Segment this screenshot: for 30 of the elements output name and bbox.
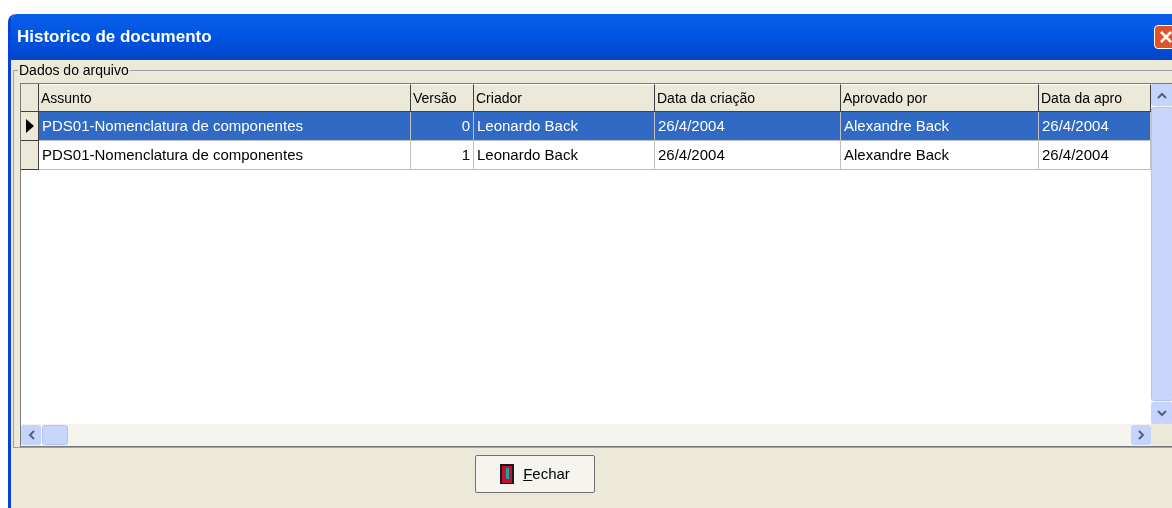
column-header[interactable]: Aprovado por: [841, 84, 1039, 112]
window-title: Historico de documento: [17, 26, 213, 49]
scroll-right-button[interactable]: [1131, 425, 1151, 445]
scroll-down-button[interactable]: [1151, 402, 1172, 424]
current-row-arrow-icon: [25, 119, 34, 133]
table-cell: Leonardo Back: [474, 141, 655, 170]
table-cell: 26/4/2004: [655, 141, 841, 170]
row-indicator: [21, 141, 39, 170]
close-button[interactable]: [1154, 25, 1172, 49]
chevron-left-icon: [27, 430, 35, 440]
table-row[interactable]: PDS01-Nomenclatura de componentes 0 Leonardo Back 26/4/2004 Alexandre Back 26/4/2004: [21, 112, 1151, 141]
table-cell: 1: [411, 141, 474, 170]
table-row[interactable]: PDS01-Nomenclatura de componentes 1 Leonardo Back 26/4/2004 Alexandre Back 26/4/2004: [21, 141, 1151, 170]
column-header[interactable]: Data da criação: [655, 84, 841, 112]
door-icon: [499, 463, 516, 485]
horizontal-scrollbar[interactable]: [21, 424, 1151, 446]
close-icon: [1159, 30, 1172, 44]
scroll-left-button[interactable]: [21, 425, 41, 445]
scrollbar-corner: [1151, 424, 1172, 446]
group-label: Dados do arquivo: [18, 61, 130, 79]
scroll-up-button[interactable]: [1151, 84, 1172, 106]
column-header[interactable]: Assunto: [39, 84, 411, 112]
table-cell: PDS01-Nomenclatura de componentes: [39, 141, 411, 170]
table-cell: Alexandre Back: [841, 141, 1039, 170]
chevron-right-icon: [1137, 430, 1145, 440]
chevron-down-icon: [1157, 409, 1167, 417]
column-header[interactable]: Criador: [474, 84, 655, 112]
close-dialog-button[interactable]: Fechar: [474, 455, 595, 493]
scroll-thumb[interactable]: [42, 425, 68, 445]
chevron-up-icon: [1157, 91, 1167, 99]
